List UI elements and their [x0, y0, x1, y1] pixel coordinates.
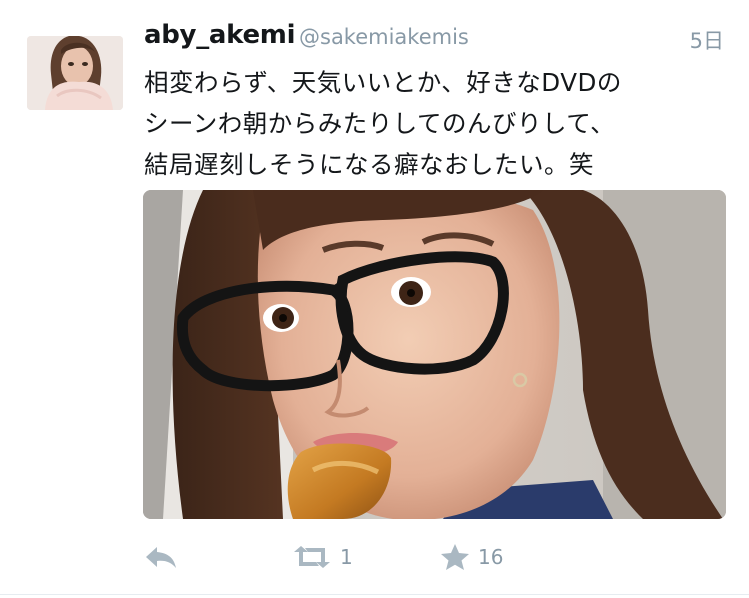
tweet-text-line: シーンわ朝からみたりしてのんびりして、 [144, 109, 616, 138]
retweet-button[interactable]: 1 [292, 540, 353, 574]
divider [0, 594, 749, 595]
selfie-photo [143, 190, 726, 519]
display-name[interactable]: aby_akemi [144, 20, 295, 50]
star-icon [441, 544, 469, 570]
avatar[interactable] [27, 36, 123, 110]
tweet-media-photo[interactable] [143, 190, 726, 519]
avatar-image [27, 36, 123, 110]
tweet-actions: 1 16 [144, 540, 644, 574]
tweet-text: 相変わらず、天気いいとか、好きなDVDの シーンわ朝からみたりしてのんびりして、… [144, 62, 729, 185]
favorite-count: 16 [478, 545, 504, 569]
retweet-icon [294, 546, 330, 568]
tweet-text-line: 相変わらず、天気いいとか、好きなDVDの [144, 68, 622, 97]
tweet-text-line: 結局遅刻しそうになる癖なおしたい。笑 [144, 150, 594, 179]
reply-button[interactable] [144, 540, 178, 574]
reply-icon [146, 547, 176, 568]
favorite-button[interactable]: 16 [440, 540, 503, 574]
tweet-header: aby_akemi @sakemiakemis 5日 [144, 20, 724, 56]
retweet-count: 1 [340, 545, 353, 569]
timestamp[interactable]: 5日 [690, 25, 724, 55]
user-handle[interactable]: @sakemiakemis [299, 25, 469, 49]
